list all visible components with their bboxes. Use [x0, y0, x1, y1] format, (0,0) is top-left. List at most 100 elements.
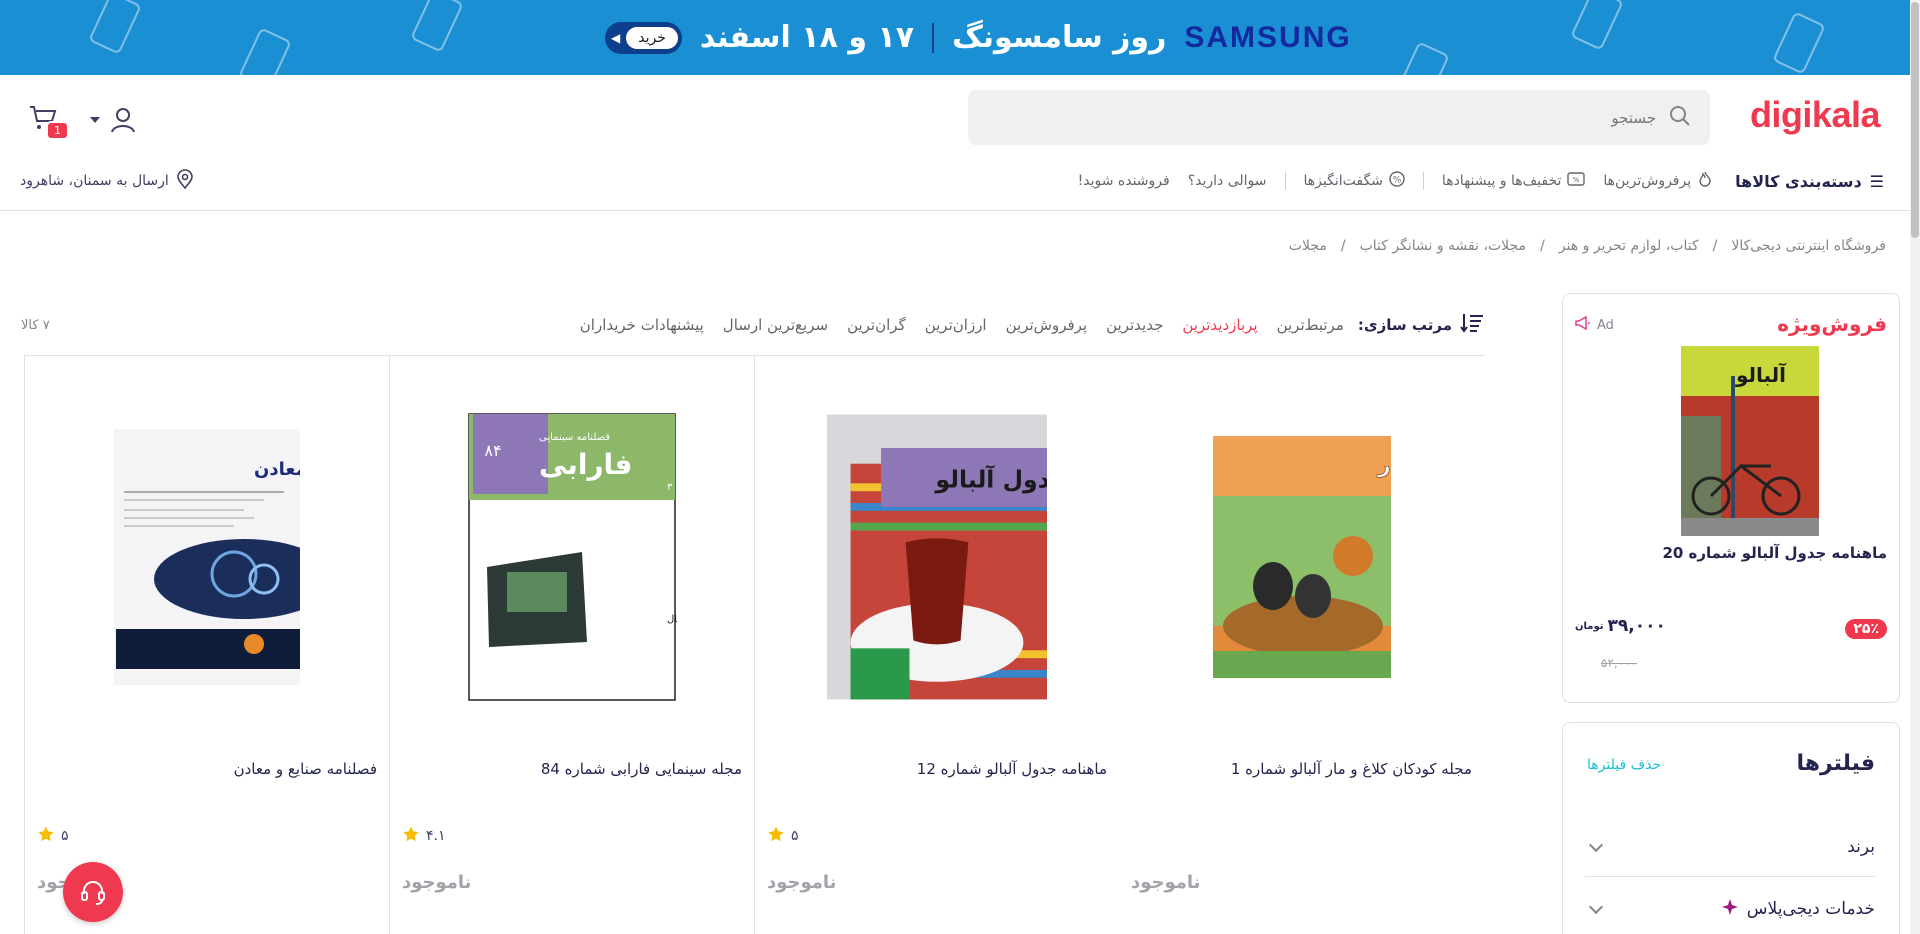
rating-value: ۵ [61, 828, 69, 844]
cover-title: صنایع و معادن [254, 459, 300, 480]
special-product-title[interactable]: ماهنامه جدول آلبالو شماره 20 [1662, 544, 1887, 562]
product-card[interactable]: کلاغ و مار مجله کودکان کلاغ و مار آلبالو… [1119, 356, 1484, 934]
price: ۳۹,۰۰۰ تومان [1575, 616, 1666, 636]
product-grid: صنایع و معادن فصلنامه صنایع و معادن ۵ نا… [24, 356, 1485, 934]
product-title[interactable]: ماهنامه جدول آلبالو شماره 12 [917, 760, 1107, 778]
stock-status: ناموجود [402, 872, 472, 893]
banner-brand-logo: SAMSUNG [1184, 20, 1352, 54]
phone-decoration [1772, 11, 1826, 75]
chevron-down-icon [90, 117, 100, 123]
product-image: جدول آلبالو [827, 412, 1047, 702]
product-rating: ۵ [767, 825, 799, 847]
clear-filters-button[interactable]: حذف فیلترها [1587, 757, 1661, 773]
product-card[interactable]: صنایع و معادن فصلنامه صنایع و معادن ۵ نا… [24, 356, 389, 934]
cover-title: کلاغ و مار [1377, 453, 1391, 478]
menu-icon: ☰ [1869, 171, 1884, 191]
chevron-down-icon [1588, 899, 1604, 915]
product-count: ۷ کالا [21, 317, 50, 333]
nav-item-label: تخفیف‌ها و پیشنهادها [1441, 173, 1562, 189]
star-icon [37, 825, 55, 847]
nav-item-label: شگفت‌انگیزها [1303, 173, 1383, 189]
banner-buy-button[interactable]: ◀ خرید [605, 21, 682, 54]
site-header: digikala 1 ☰ دسته‌بندی کالاها [0, 75, 1910, 211]
nav-divider [1284, 172, 1286, 190]
filters-title: فیلترها [1796, 751, 1875, 776]
phone-decoration [410, 0, 464, 53]
cover-logo: فارابی [539, 448, 632, 481]
phone-decoration [1396, 41, 1450, 75]
price-value: ۳۹,۰۰۰ [1607, 616, 1666, 636]
user-menu-button[interactable] [90, 105, 138, 135]
rating-value: ۵ [791, 828, 799, 844]
filter-digiplus[interactable]: خدمات دیجی‌پلاس [1585, 879, 1875, 934]
categories-menu[interactable]: ☰ دسته‌بندی کالاها [1735, 172, 1884, 191]
filter-brand[interactable]: برند [1585, 817, 1875, 877]
nav-item-bestsellers[interactable]: پرفروش‌ترین‌ها [1603, 171, 1713, 191]
sort-option-relevant[interactable]: مرتبط‌ترین [1277, 316, 1344, 334]
breadcrumb: فروشگاه اینترنتی دیجی‌کالا / کتاب، لوازم… [1289, 238, 1886, 254]
breadcrumb-separator: / [1340, 238, 1346, 254]
promo-banner[interactable]: ◀ خرید ۱۷ و ۱۸ اسفند روز سامسونگ SAMSUNG [0, 0, 1910, 75]
banner-divider [932, 22, 935, 53]
product-title[interactable]: مجله سینمایی فارابی شماره 84 [541, 760, 742, 778]
location-label: ارسال به سمنان، شاهرود [20, 173, 169, 189]
star-icon [767, 825, 785, 847]
coupon-icon: % [1567, 172, 1586, 190]
cover-logo: آلبالو [1735, 362, 1787, 387]
sort-label: مرتب سازی: [1357, 316, 1452, 334]
cover-body-text: فرایندهای پس‌تولید در سینمای دیجیتال [667, 614, 677, 625]
sort-option-buyer-suggestions[interactable]: پیشنهادات خریداران [580, 316, 704, 334]
product-title[interactable]: فصلنامه صنایع و معادن [234, 760, 377, 778]
cart-count-badge: 1 [46, 121, 69, 140]
special-offer-card[interactable]: فروش‌ویژه Ad آلبالو ماهنامه جدول آلبالو … [1562, 293, 1900, 703]
product-title[interactable]: مجله کودکان کلاغ و مار آلبالو شماره 1 [1231, 760, 1472, 778]
page-scrollbar[interactable] [1910, 0, 1920, 934]
chevron-down-icon [1588, 837, 1604, 852]
product-card[interactable]: فصلنامه سینمایی فارابی ۸۴ فناوری‌های نوی… [389, 356, 754, 934]
stock-status: ناموجود [767, 872, 837, 893]
search-box[interactable] [968, 90, 1710, 145]
digikala-logo[interactable]: digikala [1750, 94, 1881, 136]
sort-option-cheapest[interactable]: ارزان‌ترین [925, 316, 987, 334]
nav-item-label: پرفروش‌ترین‌ها [1603, 173, 1692, 189]
breadcrumb-item[interactable]: کتاب، لوازم تحریر و هنر [1559, 238, 1699, 254]
search-input[interactable] [1056, 108, 1656, 127]
breadcrumb-item[interactable]: فروشگاه اینترنتی دیجی‌کالا [1731, 238, 1886, 254]
special-offer-title: فروش‌ویژه [1777, 312, 1887, 336]
sort-option-most-expensive[interactable]: گران‌ترین [847, 316, 906, 334]
nav-item-offers[interactable]: % تخفیف‌ها و پیشنهادها [1441, 172, 1586, 190]
nav-item-faq[interactable]: سوالی دارید؟ [1188, 173, 1267, 189]
breadcrumb-item[interactable]: مجلات، نقشه و نشانگر کتاب [1360, 238, 1526, 254]
sort-option-bestselling[interactable]: پرفروش‌ترین [1006, 316, 1088, 334]
location-pin-icon [176, 169, 193, 193]
banner-buy-label: خرید [626, 26, 678, 49]
sort-icon [1460, 312, 1484, 338]
user-icon [111, 108, 135, 133]
star-icon [402, 825, 420, 847]
sort-option-fastest-shipping[interactable]: سریع‌ترین ارسال [723, 316, 828, 334]
digiplus-icon [1721, 898, 1739, 921]
nav-item-become-seller[interactable]: فروشنده شوید! [1078, 173, 1170, 189]
product-image: کلاغ و مار [1192, 412, 1412, 702]
nav-item-incredible[interactable]: % شگفت‌انگیزها [1304, 171, 1405, 191]
main-nav: ☰ دسته‌بندی کالاها پرفروش‌ترین‌ها % تخفی… [1060, 171, 1884, 191]
discount-badge: ۲۵٪ [1845, 619, 1887, 639]
search-icon [1668, 104, 1692, 132]
svg-text:%: % [1393, 176, 1402, 186]
percent-icon: % [1389, 171, 1405, 191]
cart-button[interactable]: 1 [28, 103, 69, 140]
cover-heading: فصلنامه سینمایی [539, 432, 610, 443]
sort-option-newest[interactable]: جدیدترین [1106, 316, 1163, 334]
scrollbar-thumb[interactable] [1911, 2, 1919, 238]
cover-subtitle: فناوری‌های نوین سینمایی ۳ [667, 482, 677, 493]
shipping-location[interactable]: ارسال به سمنان، شاهرود [20, 169, 193, 193]
cover-number: ۸۴ [484, 441, 501, 460]
breadcrumb-item[interactable]: مجلات [1289, 238, 1327, 254]
product-card[interactable]: جدول آلبالو ماهنامه جدول آلبالو شماره 12… [754, 356, 1119, 934]
product-rating: ۵ [37, 825, 69, 847]
sort-option-most-viewed[interactable]: پربازدیدترین [1182, 316, 1257, 334]
banner-title: روز سامسونگ [952, 20, 1167, 55]
nav-item-label: سوالی دارید؟ [1187, 173, 1267, 189]
support-chat-button[interactable] [63, 862, 123, 922]
rating-value: ۴.۱ [426, 828, 446, 844]
